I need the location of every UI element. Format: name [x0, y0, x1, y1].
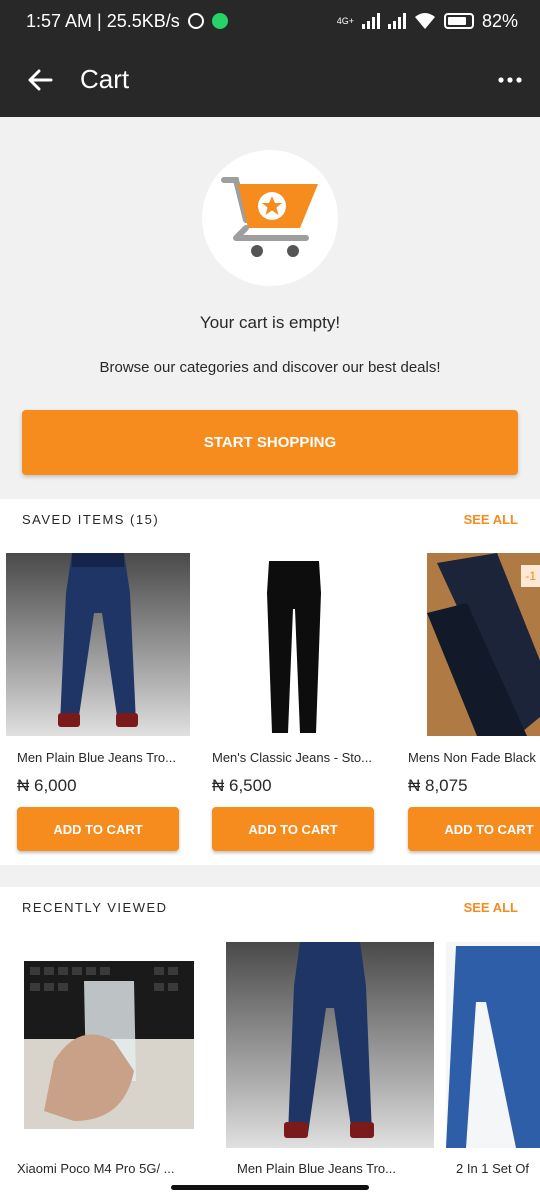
product-name: Men Plain Blue Jeans Tro...	[17, 750, 176, 765]
product-price: ₦ 6,500	[212, 776, 272, 795]
page-title: Cart	[80, 64, 130, 94]
product-name: Men Plain Blue Jeans Tro...	[237, 1161, 396, 1176]
arrow-left-icon	[28, 69, 53, 90]
status-time: 1:57 AM | 25.5KB/s	[26, 10, 180, 31]
saved-items-section: SAVED ITEMS (15) SEE ALL Men Plain Blue …	[0, 499, 540, 865]
saved-item-card[interactable]: Men Plain Blue Jeans Tro... ₦ 6,000 ADD …	[0, 499, 196, 865]
product-image[interactable]	[24, 961, 194, 1129]
recent-item-card[interactable]: Xiaomi Poco M4 Pro 5G/ ...	[0, 887, 210, 1200]
add-to-cart-button[interactable]: ADD TO CART	[408, 807, 540, 851]
empty-cart-subtitle: Browse our categories and discover our b…	[99, 359, 441, 376]
empty-cart-panel: Your cart is empty! Browse our categorie…	[0, 117, 540, 497]
status-bar: 1:57 AM | 25.5KB/s 4G+ 82%	[0, 0, 540, 42]
recent-item-card[interactable]: Men Plain Blue Jeans Tro...	[210, 887, 436, 1200]
more-dots-icon	[498, 76, 522, 83]
shopping-cart-icon	[221, 177, 318, 257]
discount-badge: -1	[521, 565, 540, 587]
empty-cart-title: Your cart is empty!	[199, 313, 341, 332]
more-options-button[interactable]	[480, 42, 540, 117]
battery-icon	[443, 13, 474, 29]
whatsapp-icon	[211, 13, 228, 29]
battery-level: 82%	[481, 10, 518, 31]
recently-viewed-section: RECENTLY VIEWED SEE ALL Xiaomi Poco M4 P…	[0, 887, 540, 1200]
alarm-icon	[187, 13, 204, 29]
product-price: ₦ 8,075	[408, 776, 468, 795]
wifi-icon	[414, 13, 435, 29]
product-name: 2 In 1 Set Of	[456, 1161, 529, 1176]
product-image[interactable]	[202, 553, 386, 736]
product-name: Xiaomi Poco M4 Pro 5G/ ...	[17, 1161, 175, 1176]
start-shopping-button[interactable]: START SHOPPING	[22, 410, 518, 475]
saved-item-card[interactable]: Men's Classic Jeans - Sto... ₦ 6,500 ADD…	[196, 499, 392, 865]
saved-item-card[interactable]: -1 Mens Non Fade Black ₦ 8,075 ADD TO CA…	[392, 499, 540, 865]
back-button[interactable]	[0, 42, 80, 117]
app-bar: Cart	[0, 42, 540, 117]
product-image[interactable]	[446, 942, 540, 1148]
cart-illustration	[202, 150, 338, 286]
product-price: ₦ 6,000	[17, 776, 77, 795]
product-name: Mens Non Fade Black	[408, 750, 536, 765]
product-image[interactable]	[6, 553, 190, 736]
add-to-cart-button[interactable]: ADD TO CART	[212, 807, 374, 851]
network-type: 4G+	[336, 15, 354, 26]
signal-icon	[361, 13, 380, 29]
product-image[interactable]: -1	[427, 553, 540, 736]
product-name: Men's Classic Jeans - Sto...	[212, 750, 372, 765]
add-to-cart-button[interactable]: ADD TO CART	[17, 807, 179, 851]
home-indicator[interactable]	[171, 1185, 369, 1190]
product-image[interactable]	[226, 942, 434, 1148]
signal-icon-2	[387, 13, 406, 29]
recent-item-card[interactable]: 2 In 1 Set Of	[436, 887, 540, 1200]
